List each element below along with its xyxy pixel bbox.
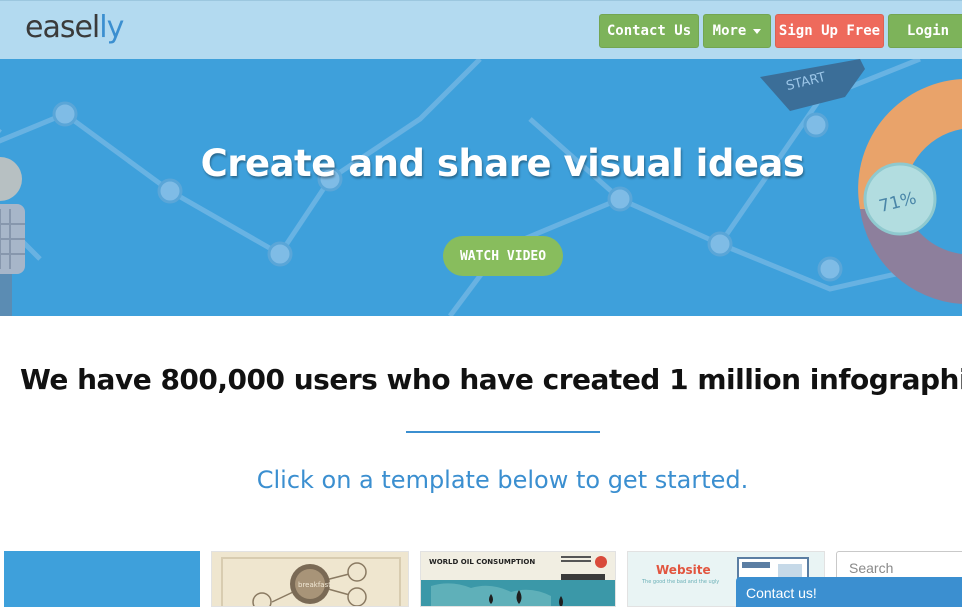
hero-title: Create and share visual ideas — [200, 142, 805, 185]
login-button[interactable]: Login — [888, 14, 962, 48]
template-blank[interactable] — [4, 551, 200, 607]
contact-us-button[interactable]: Contact Us — [599, 14, 699, 48]
website-template-title: Website — [656, 563, 711, 577]
logo-text-main: easel — [25, 10, 100, 45]
breakfast-template-thumbnail: breakfast — [221, 557, 401, 606]
top-navigation-bar: easelly Contact Us More Sign Up Free Log… — [0, 0, 962, 59]
easelly-logo[interactable]: easelly — [25, 10, 124, 45]
hero-banner: START 71% Create and share visual ideas … — [0, 59, 962, 316]
caret-down-icon — [753, 28, 762, 34]
sign-up-button[interactable]: Sign Up Free — [775, 14, 884, 48]
section-divider — [406, 431, 600, 433]
watch-video-button[interactable]: WATCH VIDEO — [443, 236, 563, 276]
hero-background-illustration: START 71% — [0, 59, 962, 316]
logo-text-accent: ly — [99, 10, 124, 45]
oil-template-thumbnail: WORLD OIL CONSUMPTION — [421, 556, 615, 606]
template-breakfast[interactable]: breakfast — [211, 551, 409, 607]
template-prompt: Click on a template below to get started… — [256, 466, 749, 494]
oil-template-title: WORLD OIL CONSUMPTION — [429, 558, 535, 566]
breakfast-center-label: breakfast — [298, 581, 331, 589]
template-world-oil[interactable]: WORLD OIL CONSUMPTION — [420, 551, 616, 607]
website-template-subtitle: The good the bad and the ugly — [641, 579, 719, 585]
more-label: More — [712, 23, 747, 39]
more-dropdown-button[interactable]: More — [703, 14, 771, 48]
users-stats-headline: We have 800,000 users who have created 1… — [20, 363, 962, 396]
contact-us-chat-tab[interactable]: Contact us! — [736, 577, 962, 607]
